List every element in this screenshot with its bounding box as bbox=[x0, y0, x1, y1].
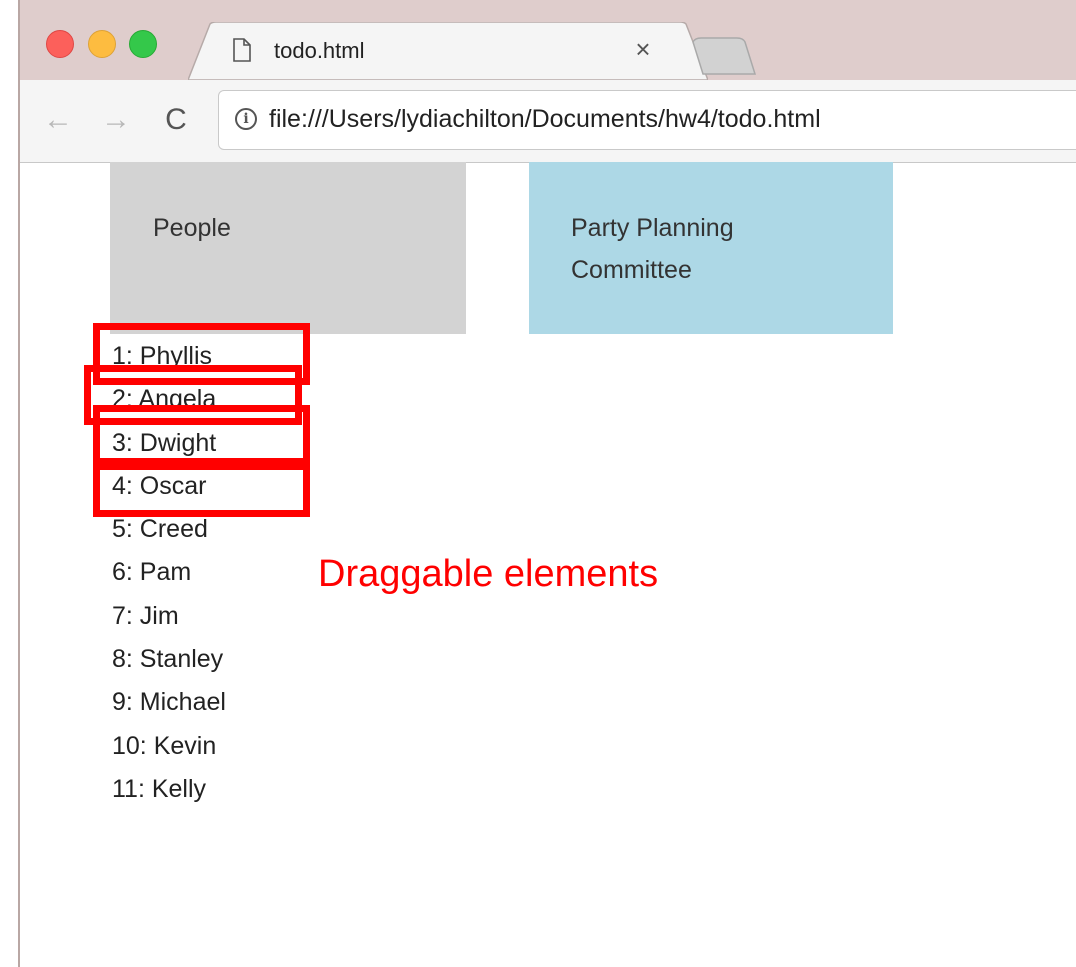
reload-icon[interactable]: C bbox=[158, 102, 194, 138]
committee-drop-zone[interactable]: Party Planning Committee bbox=[529, 162, 893, 334]
tab-strip: todo.html × bbox=[20, 0, 1076, 80]
person-item[interactable]: 11: Kelly bbox=[112, 768, 226, 811]
committee-label: Party Planning Committee bbox=[571, 214, 734, 284]
highlight-box bbox=[93, 463, 310, 517]
person-item[interactable]: 10: Kevin bbox=[112, 725, 226, 768]
person-item[interactable]: 8: Stanley bbox=[112, 638, 226, 681]
minimize-window-button[interactable] bbox=[88, 30, 116, 58]
highlight-box bbox=[93, 405, 310, 465]
person-item[interactable]: 9: Michael bbox=[112, 681, 226, 724]
url-text[interactable]: file:///Users/lydiachilton/Documents/hw4… bbox=[269, 105, 821, 134]
people-label: People bbox=[153, 214, 231, 242]
browser-toolbar: ← → C i file:///Users/lydiachilton/Docum… bbox=[20, 80, 1076, 163]
window-edge bbox=[0, 0, 20, 967]
zoom-window-button[interactable] bbox=[129, 30, 157, 58]
close-tab-icon[interactable]: × bbox=[628, 34, 658, 64]
tab-todo[interactable]: todo.html × bbox=[188, 22, 708, 80]
file-icon bbox=[233, 38, 251, 62]
people-drop-zone[interactable]: People bbox=[110, 162, 466, 334]
forward-arrow-icon[interactable]: → bbox=[98, 102, 134, 138]
person-item[interactable]: 7: Jim bbox=[112, 595, 226, 638]
browser-window: todo.html × ← → C i file:///Users/lydiac… bbox=[0, 0, 1076, 967]
address-bar[interactable]: i file:///Users/lydiachilton/Documents/h… bbox=[218, 90, 1076, 150]
new-tab-button[interactable] bbox=[685, 36, 775, 76]
back-arrow-icon[interactable]: ← bbox=[40, 102, 76, 138]
close-window-button[interactable] bbox=[46, 30, 74, 58]
tab-title: todo.html bbox=[274, 38, 365, 63]
person-item[interactable]: 6: Pam bbox=[112, 551, 226, 594]
draggable-annotation: Draggable elements bbox=[318, 553, 659, 595]
info-icon[interactable]: i bbox=[235, 108, 257, 130]
